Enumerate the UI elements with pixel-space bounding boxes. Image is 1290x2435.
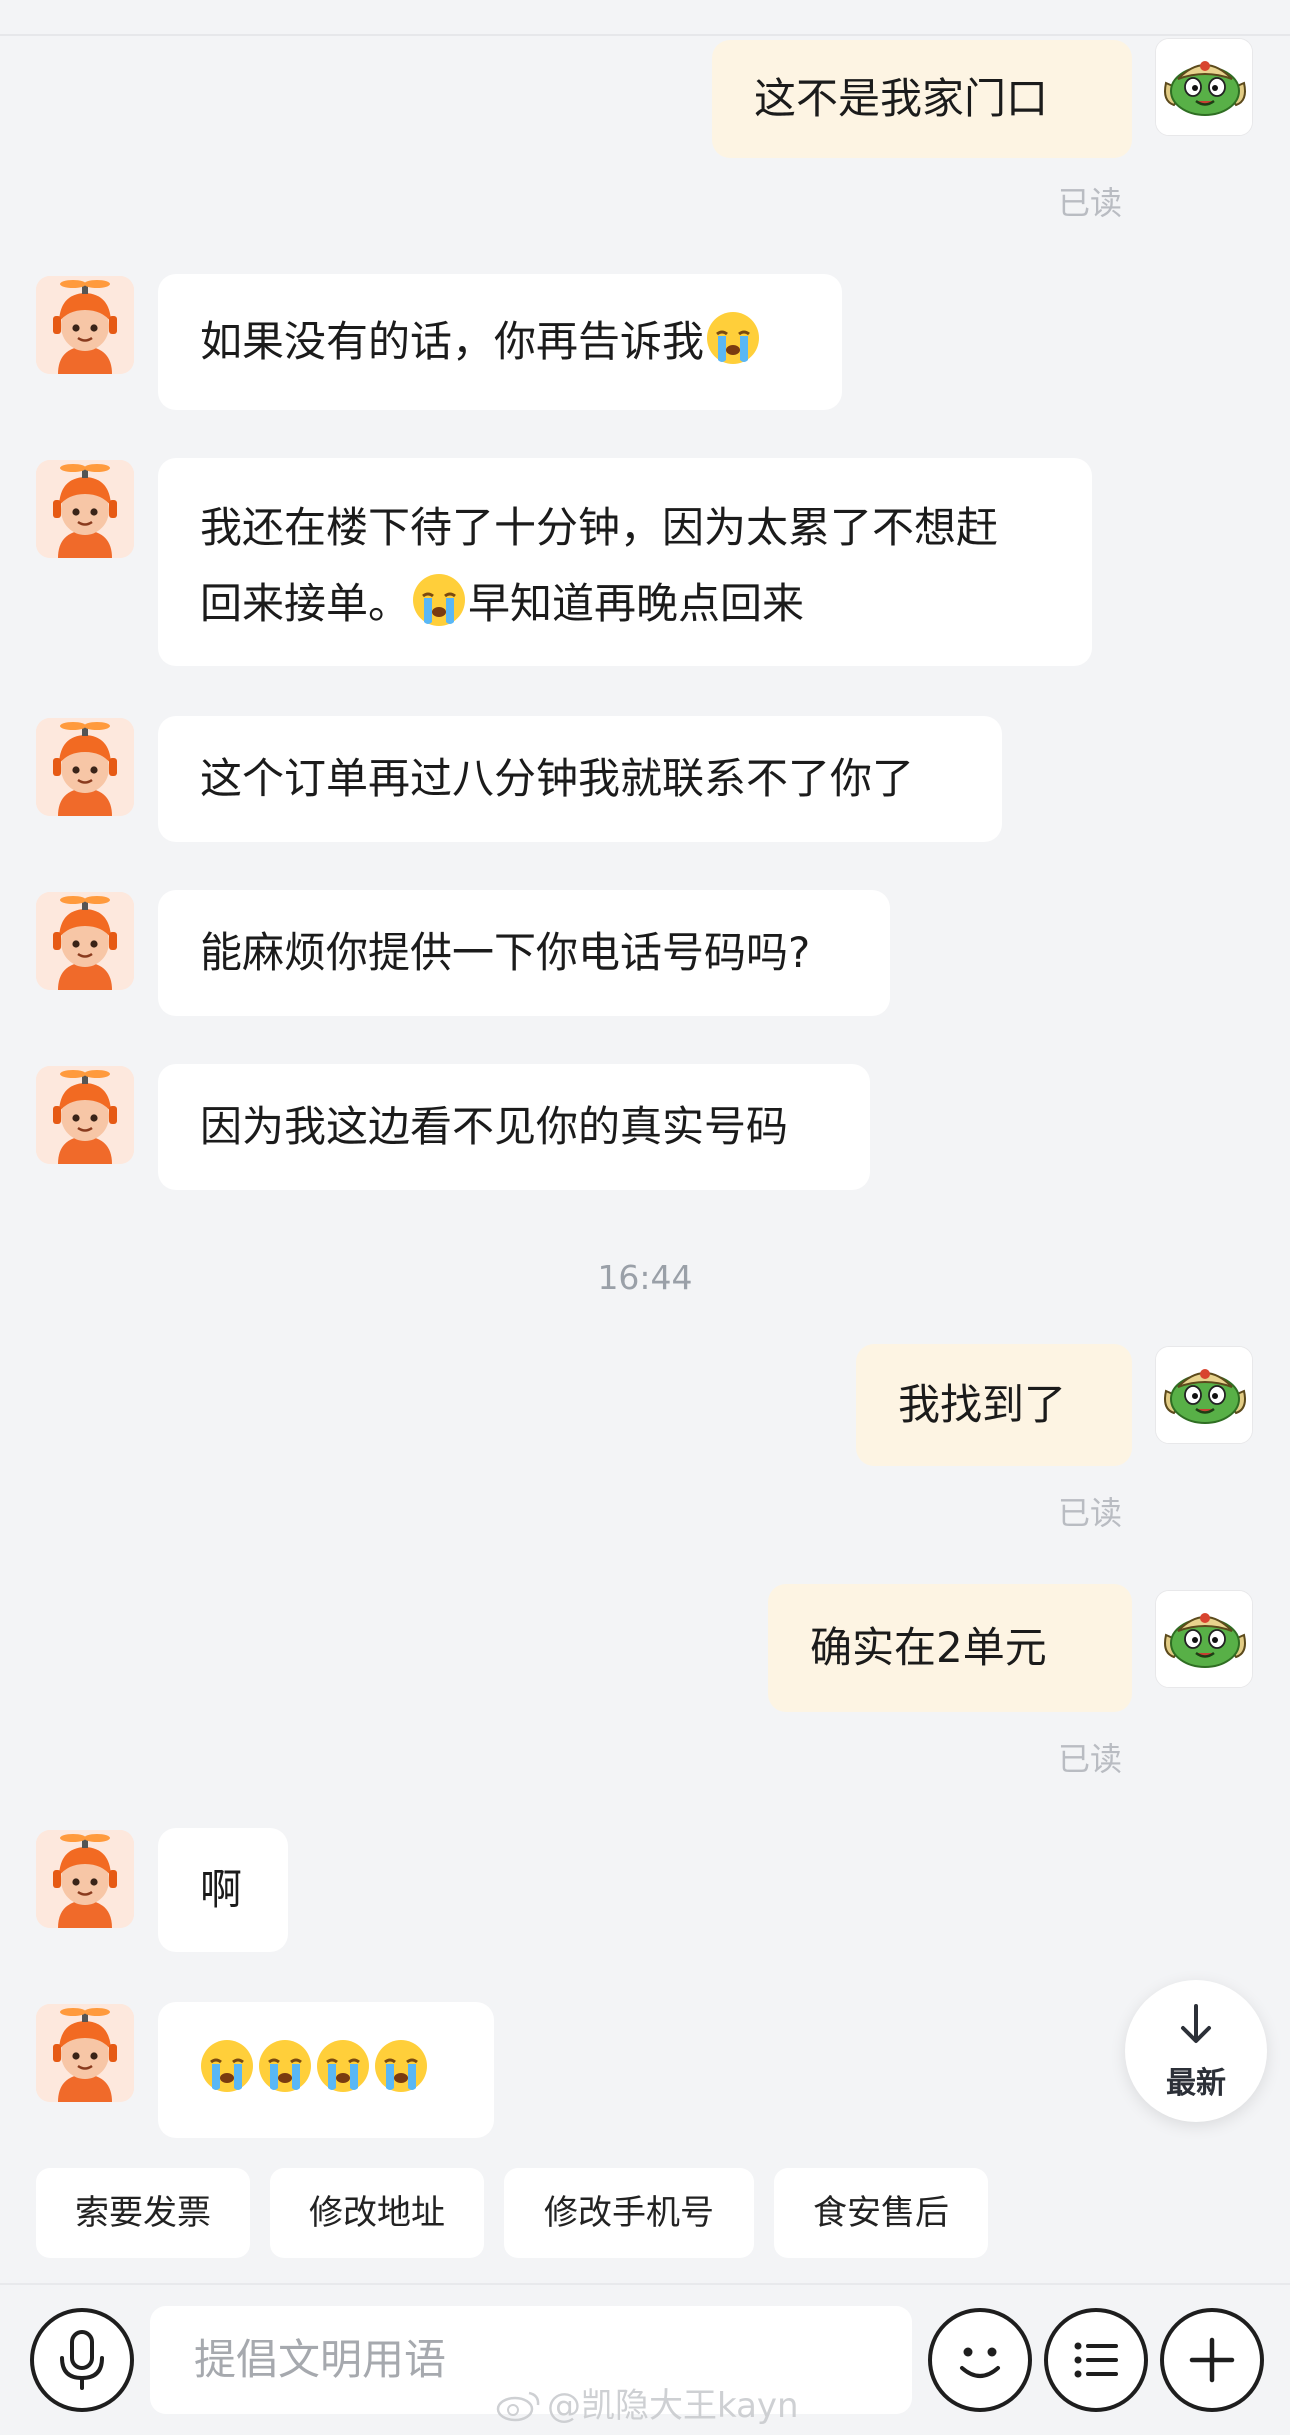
rider-avatar-icon: [36, 1066, 134, 1164]
rider-avatar[interactable]: [36, 1066, 134, 1164]
message-text: 早知道再晚点回来: [468, 579, 805, 628]
message-text: 如果没有的话，你再告诉我: [200, 317, 705, 366]
rider-avatar-icon: [36, 892, 134, 990]
voice-button[interactable]: [30, 2308, 134, 2412]
incoming-message[interactable]: 啊: [158, 1828, 288, 1952]
incoming-message[interactable]: 我还在楼下待了十分钟，因为太累了不想赶 回来接单。 早知道再晚点回来: [158, 458, 1092, 666]
message-text: 确实在2单元: [810, 1623, 1047, 1672]
smiley-icon: [960, 2347, 1000, 2378]
read-receipt: 已读: [1058, 1494, 1123, 1532]
outgoing-message[interactable]: 我找到了: [856, 1344, 1132, 1466]
message-text: 我找到了: [898, 1380, 1067, 1429]
frog-avatar-icon: [1156, 1591, 1253, 1688]
rider-avatar-icon: [36, 1830, 134, 1928]
user-avatar[interactable]: [1155, 1590, 1253, 1688]
menu-button[interactable]: [1044, 2308, 1148, 2412]
user-avatar[interactable]: [1155, 1346, 1253, 1444]
arrow-down-icon: [1181, 2004, 1211, 2043]
rider-avatar-icon: [36, 460, 134, 558]
microphone-icon: [60, 2330, 104, 2390]
plus-icon: [1189, 2337, 1235, 2383]
message-text: 啊: [200, 1865, 243, 1914]
crying-face-emoji-icon: [199, 2038, 255, 2094]
incoming-message[interactable]: 因为我这边看不见你的真实号码: [158, 1064, 870, 1190]
emoji-button[interactable]: [928, 2308, 1032, 2412]
rider-avatar[interactable]: [36, 460, 134, 558]
crying-face-emoji-icon: [373, 2038, 429, 2094]
weibo-logo-icon: [496, 2391, 540, 2422]
message-text: 回来接单。: [200, 579, 411, 628]
rider-avatar[interactable]: [36, 276, 134, 374]
timestamp: 16:44: [597, 1258, 693, 1297]
add-button[interactable]: [1160, 2308, 1264, 2412]
quick-action-food-safety[interactable]: 食安售后: [774, 2168, 988, 2258]
crying-face-emoji-icon: [257, 2038, 313, 2094]
watermark: @凯隐大王kayn: [495, 2378, 799, 2427]
rider-avatar-icon: [36, 718, 134, 816]
crying-face-emoji-icon: [315, 2038, 371, 2094]
message-text-line: 我还在楼下待了十分钟，因为太累了不想赶: [200, 503, 999, 552]
rider-avatar[interactable]: [36, 718, 134, 816]
rider-avatar[interactable]: [36, 2004, 134, 2102]
message-text-line: 回来接单。 早知道再晚点回来: [200, 566, 1050, 642]
rider-avatar-icon: [36, 2004, 134, 2102]
watermark-text: @凯隐大王kayn: [547, 2386, 799, 2426]
read-receipt: 已读: [1058, 1740, 1123, 1778]
crying-face-emoji-icon: [705, 310, 761, 366]
outgoing-message[interactable]: 确实在2单元: [768, 1584, 1132, 1712]
message-text: 这不是我家门口: [754, 74, 1049, 123]
message-text: 这个订单再过八分钟我就联系不了你了: [200, 754, 915, 803]
top-divider: [0, 34, 1290, 36]
scroll-to-latest-button[interactable]: 最新: [1125, 1980, 1267, 2122]
quick-action-invoice[interactable]: 索要发票: [36, 2168, 250, 2258]
rider-avatar[interactable]: [36, 1830, 134, 1928]
latest-label: 最新: [1166, 2066, 1226, 2101]
outgoing-message[interactable]: 这不是我家门口: [712, 40, 1132, 158]
rider-avatar[interactable]: [36, 892, 134, 990]
message-text: 因为我这边看不见你的真实号码: [200, 1102, 789, 1151]
incoming-message[interactable]: 能麻烦你提供一下你电话号码吗?: [158, 890, 890, 1016]
quick-action-change-address[interactable]: 修改地址: [270, 2168, 484, 2258]
frog-avatar-icon: [1156, 1347, 1253, 1444]
incoming-message[interactable]: [158, 2002, 494, 2138]
rider-avatar-icon: [36, 276, 134, 374]
message-text: 能麻烦你提供一下你电话号码吗?: [200, 928, 811, 977]
frog-avatar-icon: [1156, 39, 1253, 136]
crying-face-emoji-icon: [411, 572, 467, 628]
quick-action-change-phone[interactable]: 修改手机号: [504, 2168, 754, 2258]
user-avatar[interactable]: [1155, 38, 1253, 136]
read-receipt: 已读: [1058, 184, 1123, 222]
list-icon: [1074, 2342, 1118, 2378]
incoming-message[interactable]: 这个订单再过八分钟我就联系不了你了: [158, 716, 1002, 842]
incoming-message[interactable]: 如果没有的话，你再告诉我: [158, 274, 842, 410]
